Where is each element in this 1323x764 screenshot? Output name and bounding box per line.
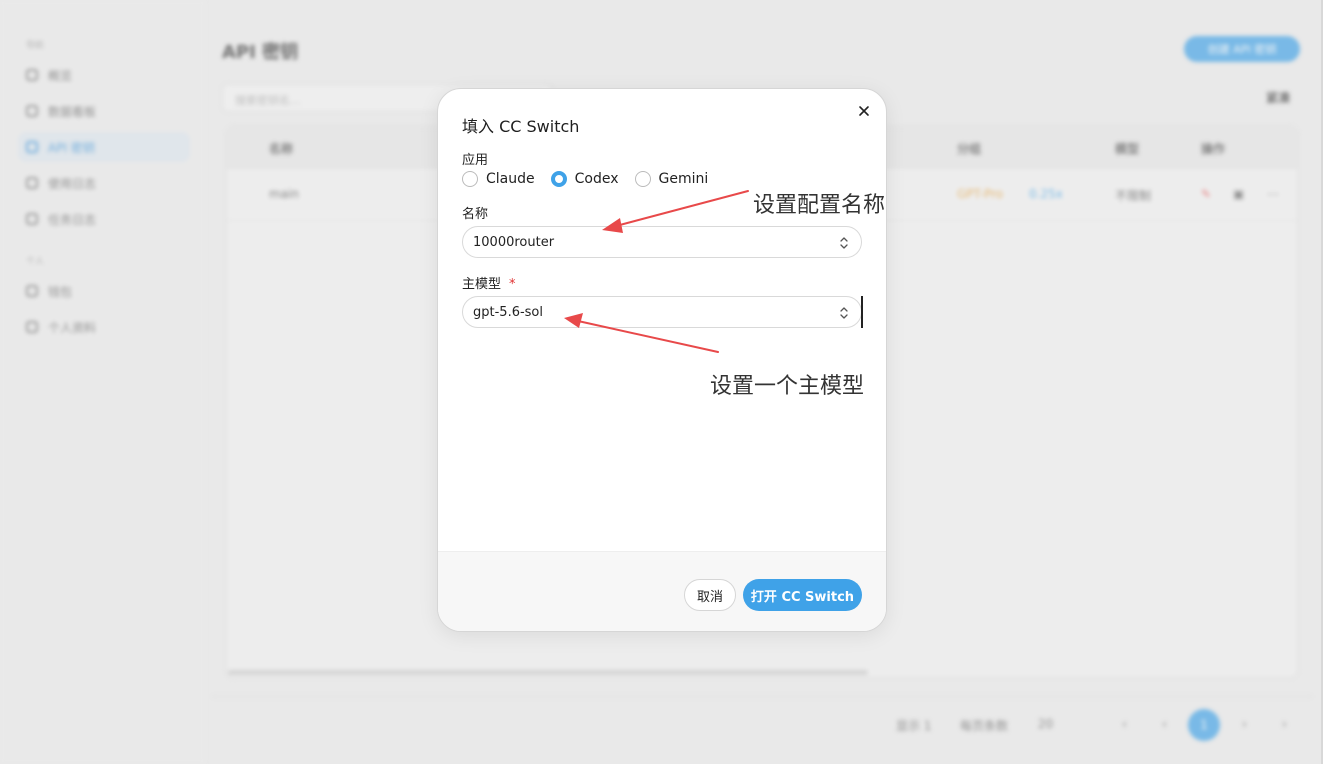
chevron-up-down-icon: [840, 237, 848, 249]
radio-label: Codex: [574, 171, 619, 187]
radio-circle-selected: [550, 171, 567, 187]
text-cursor: [861, 296, 863, 328]
radio-circle: [462, 171, 478, 187]
radio-label: Claude: [486, 171, 535, 187]
radio-claude[interactable]: Claude: [462, 171, 535, 187]
open-cc-switch-button[interactable]: 打开 CC Switch: [743, 579, 862, 611]
radio-label: Gemini: [658, 171, 709, 187]
name-value: 10000router: [473, 234, 555, 250]
annotation-name-hint: 设置配置名称: [753, 193, 886, 218]
radio-gemini[interactable]: Gemini: [634, 171, 709, 187]
app-label: 应用: [462, 153, 489, 168]
main-model-select[interactable]: gpt-5.6-sol: [462, 296, 862, 328]
app-radio-group: Claude Codex Gemini: [462, 171, 724, 187]
name-select[interactable]: 10000router: [462, 226, 862, 258]
radio-circle: [634, 171, 651, 187]
name-label: 名称: [462, 207, 489, 222]
main-model-label: 主模型 *: [462, 277, 516, 292]
cancel-button[interactable]: 取消: [684, 579, 736, 611]
dialog-footer: 取消 打开 CC Switch: [438, 551, 886, 631]
chevron-up-down-icon: [840, 307, 848, 319]
model-value: gpt-5.6-sol: [473, 304, 543, 320]
required-mark: *: [509, 277, 516, 292]
close-icon[interactable]: [856, 103, 872, 119]
radio-codex[interactable]: Codex: [550, 171, 619, 187]
dialog-title: 填入 CC Switch: [462, 117, 580, 136]
annotation-model-hint: 设置一个主模型: [710, 374, 865, 399]
cc-switch-dialog: 填入 CC Switch 应用 Claude Codex Gemini 名称 1…: [437, 88, 887, 632]
